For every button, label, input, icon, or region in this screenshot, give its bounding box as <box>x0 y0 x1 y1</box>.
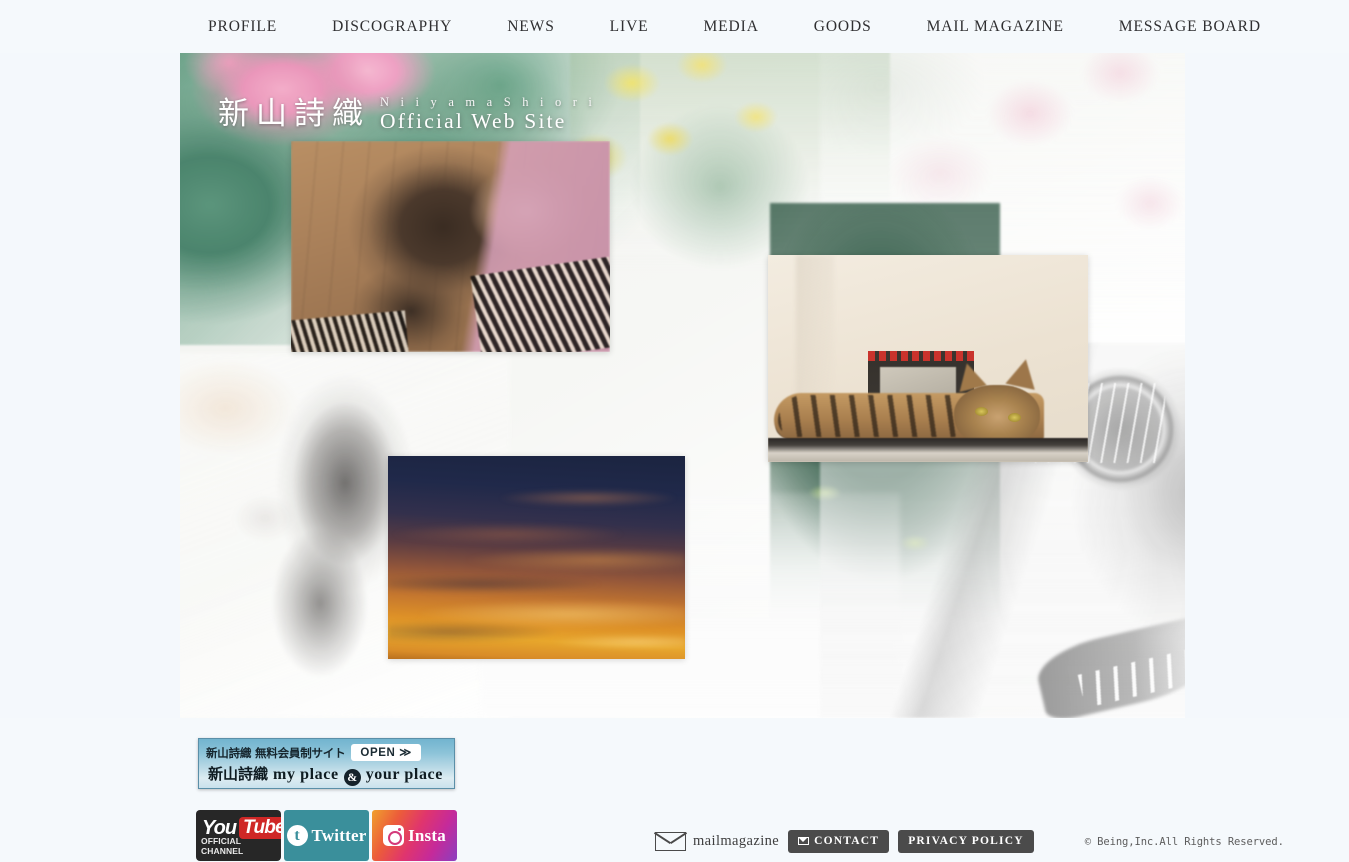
youtube-subtitle: OFFICIAL CHANNEL <box>201 836 244 856</box>
twitter-icon: t <box>286 825 308 846</box>
nav-profile[interactable]: PROFILE <box>208 0 277 53</box>
copyright-text: © Being,Inc.All Rights Reserved. <box>1084 835 1284 848</box>
member-banner-ampersand: & <box>343 769 361 786</box>
youtube-logo-you: You <box>202 817 237 839</box>
nav-media[interactable]: MEDIA <box>704 0 759 53</box>
page-footer: 新山詩織 無料会員制サイト OPEN ≫ 新山詩織 my place & you… <box>0 718 1349 862</box>
member-banner-artist-name: 新山詩織 <box>208 765 269 783</box>
instagram-camera-icon <box>383 825 405 846</box>
hero-collage <box>180 53 1185 718</box>
nav-news[interactable]: NEWS <box>507 0 555 53</box>
contact-button[interactable]: CONTACT <box>788 830 890 853</box>
nav-list: PROFILE DISCOGRAPHY NEWS LIVE MEDIA GOOD… <box>180 0 1349 53</box>
member-banner-tagline-b: your place <box>365 766 443 783</box>
top-navigation: PROFILE DISCOGRAPHY NEWS LIVE MEDIA GOOD… <box>0 0 1349 53</box>
twitter-button[interactable]: t Twitter <box>284 810 369 861</box>
shelf-surface <box>768 438 1088 462</box>
member-banner-bottom-row: 新山詩織 my place & your place <box>208 763 443 786</box>
shelf-photo-wall-edge <box>796 255 834 405</box>
shelf-cat-eye-left <box>975 407 988 416</box>
member-banner-headline: 新山詩織 無料会員制サイト <box>206 745 346 760</box>
photo-sunset-sky[interactable] <box>388 456 685 659</box>
nav-goods[interactable]: GOODS <box>814 0 872 53</box>
envelope-icon <box>655 832 686 851</box>
nav-discography[interactable]: DISCOGRAPHY <box>332 0 452 53</box>
nav-mail-magazine[interactable]: MAIL MAGAZINE <box>927 0 1064 53</box>
member-site-banner[interactable]: 新山詩織 無料会員制サイト OPEN ≫ 新山詩織 my place & you… <box>198 738 455 789</box>
mailmagazine-label: mailmagazine <box>693 833 780 849</box>
privacy-policy-button[interactable]: PRIVACY POLICY <box>898 830 1034 853</box>
footer-link-row: mailmagazine CONTACT PRIVACY POLICY © Be… <box>655 830 1284 853</box>
sunset-clouds <box>388 456 685 659</box>
instagram-button[interactable]: Insta <box>372 810 457 861</box>
mailmagazine-link[interactable]: mailmagazine <box>655 832 779 851</box>
member-banner-open-button[interactable]: OPEN ≫ <box>351 744 421 761</box>
shelf-cat-ear-right <box>1005 356 1041 390</box>
nav-message-board[interactable]: MESSAGE BOARD <box>1119 0 1261 53</box>
contact-label: CONTACT <box>814 835 880 847</box>
nav-live[interactable]: LIVE <box>610 0 649 53</box>
shelf-photo-box-label <box>868 351 974 361</box>
member-banner-tagline-a: my place <box>273 766 339 783</box>
photo-cat-on-wood-floor[interactable] <box>291 141 610 352</box>
photo-cat-on-shelf[interactable] <box>768 255 1088 462</box>
shelf-cat-stripes <box>778 395 958 437</box>
youtube-button[interactable]: You Tube OFFICIAL CHANNEL <box>196 810 281 861</box>
twitter-label: Twitter <box>311 825 367 845</box>
instagram-label: Insta <box>408 825 446 845</box>
shelf-cat-eye-right <box>1008 413 1021 422</box>
envelope-icon-small <box>798 837 810 845</box>
member-banner-top-row: 新山詩織 無料会員制サイト OPEN ≫ <box>206 744 421 761</box>
privacy-policy-label: PRIVACY POLICY <box>908 835 1024 847</box>
